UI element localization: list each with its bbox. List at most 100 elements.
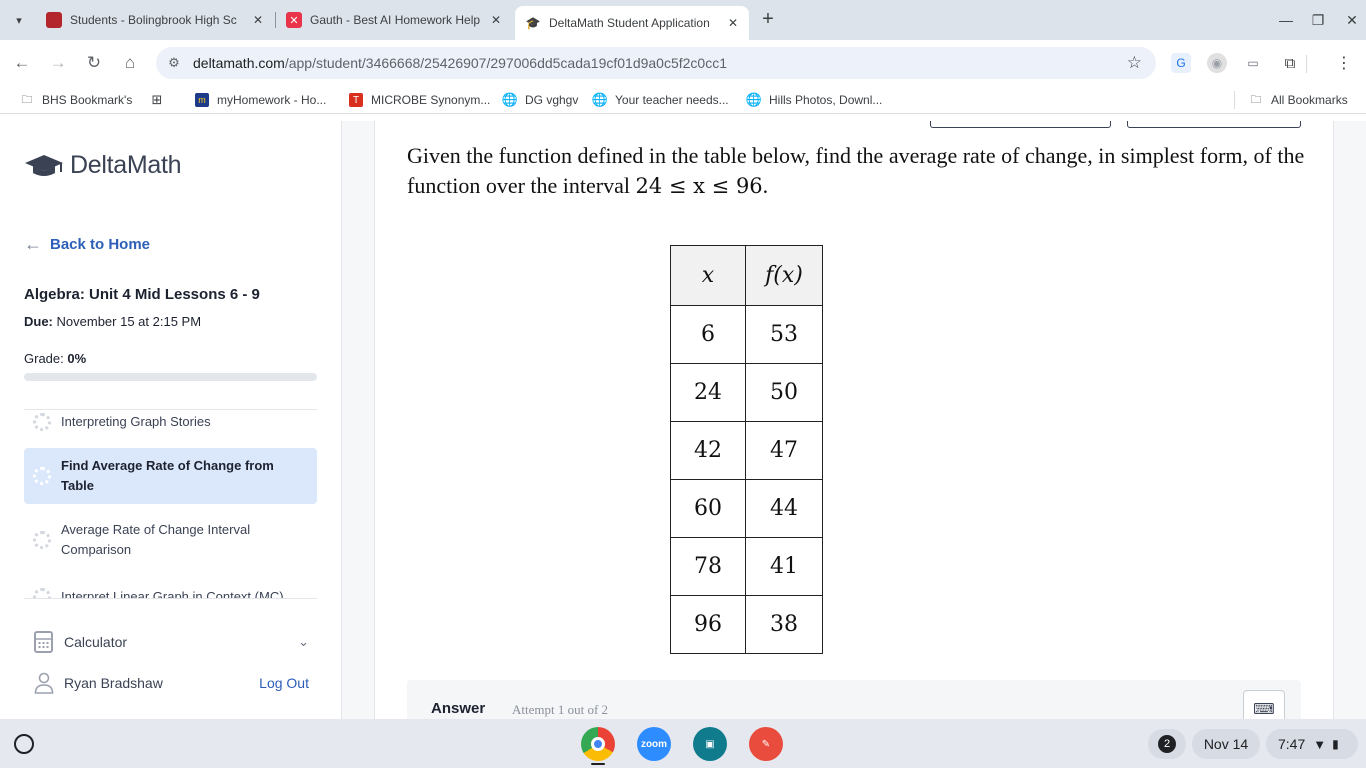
- keyboard-icon[interactable]: ⌨: [1243, 690, 1285, 719]
- status-tray[interactable]: 7:47 ▼ ▮: [1266, 729, 1358, 759]
- notification-tray[interactable]: 2: [1148, 729, 1186, 759]
- calculator-toggle[interactable]: Calculator ⌄: [34, 631, 309, 653]
- home-icon[interactable]: ⌂: [118, 51, 142, 75]
- restore-icon[interactable]: ❐: [1306, 8, 1330, 32]
- problem-list[interactable]: Interpreting Graph Stories Find Average …: [24, 409, 317, 599]
- browser-toolbar: ← → ↻ ⌂ ⚙ deltamath.com/app/student/3466…: [0, 40, 1366, 86]
- table-row: 6 53: [670, 305, 823, 364]
- site-info-icon[interactable]: ⚙: [166, 55, 182, 71]
- date-tray[interactable]: Nov 14: [1192, 729, 1260, 759]
- bookmark-microbe[interactable]: T MICROBE Synonym...: [349, 91, 490, 109]
- progress-ring-icon: [33, 588, 51, 598]
- calculator-label: Calculator: [64, 634, 128, 650]
- problem-item-active[interactable]: Find Average Rate of Change from Table: [24, 448, 317, 504]
- bookmark-bhs[interactable]: 🗀 BHS Bookmark's: [20, 91, 133, 109]
- url-text[interactable]: deltamath.com/app/student/3466668/254269…: [193, 55, 727, 71]
- bookmark-label: Hills Photos, Downl...: [769, 93, 883, 107]
- wifi-icon: ▼: [1313, 736, 1327, 752]
- back-icon[interactable]: ←: [10, 51, 34, 75]
- progress-ring-icon: [33, 531, 51, 549]
- time-label: 7:47: [1278, 736, 1306, 752]
- close-tab-icon[interactable]: ✕: [725, 15, 741, 31]
- tab-title: DeltaMath Student Application: [549, 16, 710, 30]
- classroom-app-icon[interactable]: ▣: [693, 727, 727, 761]
- tab-title: Students - Bolingbrook High Sc: [70, 13, 237, 27]
- answer-section: Answer Attempt 1 out of 2 ⌨: [407, 680, 1301, 719]
- toolbar-divider: [1306, 55, 1307, 73]
- problem-item[interactable]: Average Rate of Change Interval Comparis…: [24, 512, 317, 568]
- fx-value-cell: 50: [745, 363, 823, 422]
- globe-icon: 🌐: [745, 92, 763, 107]
- tab-students[interactable]: Students - Bolingbrook High Sc ✕: [46, 6, 266, 34]
- bookmark-label: Your teacher needs...: [615, 93, 729, 107]
- bookmark-myhomework[interactable]: m myHomework - Ho...: [195, 91, 326, 109]
- page-content: DeltaMath ← Back to Home Algebra: Unit 4…: [0, 121, 1366, 719]
- problem-card: Given the function defined in the table …: [374, 121, 1334, 719]
- minimize-icon[interactable]: —: [1274, 8, 1298, 32]
- fx-value-cell: 44: [745, 479, 823, 538]
- grade: Grade: 0%: [24, 351, 87, 366]
- logout-link[interactable]: Log Out: [259, 675, 309, 691]
- bookmark-all[interactable]: 🗀 All Bookmarks: [1249, 91, 1348, 109]
- date-label: Nov 14: [1203, 736, 1249, 752]
- due-date: Due: November 15 at 2:15 PM: [24, 314, 202, 329]
- extension-icon[interactable]: ▭: [1243, 53, 1263, 73]
- bookmark-dg[interactable]: 🌐 DG vghgv: [501, 91, 579, 109]
- tab-deltamath[interactable]: 🎓 DeltaMath Student Application ✕: [515, 6, 749, 40]
- close-window-icon[interactable]: ✕: [1340, 8, 1364, 32]
- new-tab-button[interactable]: +: [757, 9, 779, 31]
- zoom-icon[interactable]: zoom: [637, 727, 671, 761]
- logo-text: DeltaMath: [70, 151, 182, 179]
- forward-icon[interactable]: →: [46, 51, 70, 75]
- paint-app-icon[interactable]: ✎: [749, 727, 783, 761]
- chevron-down-icon: ⌄: [298, 634, 309, 649]
- close-tab-icon[interactable]: ✕: [488, 12, 504, 28]
- x-value-cell: 24: [670, 363, 746, 422]
- top-button[interactable]: [930, 121, 1111, 128]
- globe-icon: 🌐: [501, 92, 519, 107]
- table-row: 78 41: [670, 537, 823, 596]
- extensions-puzzle-icon[interactable]: ⧉: [1280, 53, 1300, 73]
- fx-value-cell: 53: [745, 305, 823, 364]
- bookmarks-divider: [1234, 91, 1235, 109]
- folder-icon: 🗀: [21, 93, 33, 106]
- back-to-home-link[interactable]: ← Back to Home: [24, 234, 150, 255]
- fx-value-cell: 41: [745, 537, 823, 596]
- bookmarks-bar: 🗀 BHS Bookmark's ⊞ m myHomework - Ho... …: [0, 86, 1366, 114]
- tab-strip: ▾ Students - Bolingbrook High Sc ✕ ✕ Gau…: [0, 0, 1366, 40]
- table-row: 96 38: [670, 595, 823, 654]
- problem-item[interactable]: Interpret Linear Graph in Context (MC): [24, 582, 317, 598]
- attempt-counter: Attempt 1 out of 2: [512, 702, 609, 717]
- deltamath-icon: 🎓: [525, 16, 541, 30]
- close-tab-icon[interactable]: ✕: [250, 12, 266, 28]
- launcher-icon[interactable]: [14, 734, 34, 754]
- reload-icon[interactable]: ↻: [82, 51, 106, 75]
- menu-kebab-icon[interactable]: ⋮: [1334, 53, 1354, 73]
- table-header: f(x): [745, 245, 823, 306]
- table-row: 24 50: [670, 363, 823, 422]
- extension-icon[interactable]: ◉: [1207, 53, 1227, 73]
- problem-item[interactable]: Interpreting Graph Stories: [24, 410, 317, 442]
- tab-gauth[interactable]: ✕ Gauth - Best AI Homework Help ✕: [286, 6, 504, 34]
- progress-ring-icon: [33, 413, 51, 431]
- bookmark-hills[interactable]: 🌐 Hills Photos, Downl...: [745, 91, 883, 109]
- bookmark-apps[interactable]: ⊞: [150, 91, 172, 109]
- bookmark-label: DG vghgv: [525, 93, 579, 107]
- tab-search-icon[interactable]: ▾: [8, 9, 30, 31]
- address-bar[interactable]: ⚙ deltamath.com/app/student/3466668/2542…: [156, 47, 1156, 79]
- bookmark-star-icon[interactable]: ☆: [1127, 53, 1142, 73]
- user-icon: [34, 672, 54, 694]
- problem-statement: Given the function defined in the table …: [407, 143, 1305, 198]
- x-value-cell: 60: [670, 479, 746, 538]
- top-button[interactable]: [1127, 121, 1301, 128]
- chrome-icon[interactable]: [581, 727, 615, 761]
- tab-title: Gauth - Best AI Homework Help: [310, 13, 481, 27]
- x-value-cell: 78: [670, 537, 746, 596]
- bookmark-label: BHS Bookmark's: [42, 93, 133, 107]
- deltamath-logo[interactable]: DeltaMath: [24, 151, 182, 180]
- bookmark-teacher[interactable]: 🌐 Your teacher needs...: [592, 91, 729, 109]
- google-translate-icon[interactable]: G: [1171, 53, 1191, 73]
- table-row: 42 47: [670, 421, 823, 480]
- x-value-cell: 96: [670, 595, 746, 654]
- sidebar: DeltaMath ← Back to Home Algebra: Unit 4…: [0, 121, 342, 719]
